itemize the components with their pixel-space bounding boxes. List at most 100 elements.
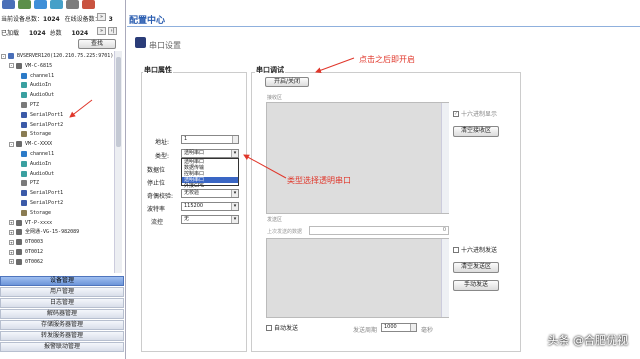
checkbox-box[interactable]: ✓: [453, 110, 459, 117]
tree-node[interactable]: - VM-C-6815: [9, 62, 52, 70]
tree-node-label: AudioIn: [30, 160, 52, 167]
recv-area[interactable]: [266, 102, 449, 214]
device-icon: [16, 249, 22, 255]
tree-node-label: SerialPort2: [30, 200, 64, 206]
address-label: 地址:: [155, 139, 170, 146]
hex-display-checkbox[interactable]: ✓ 十六进制显示: [453, 109, 497, 118]
tree-node[interactable]: channel1: [21, 72, 54, 80]
gear-icon[interactable]: [66, 0, 79, 9]
menu-item[interactable]: 报警联动管理: [0, 342, 124, 352]
parity-select[interactable]: 无校验 ▾: [181, 189, 239, 198]
send-area[interactable]: [266, 238, 449, 318]
serial-props-title: 串口属性: [143, 65, 173, 75]
tree-node-label: PTZ: [30, 102, 40, 108]
chevron-down-icon[interactable]: ▾: [231, 150, 238, 157]
user-icon[interactable]: [2, 0, 15, 9]
tree-node[interactable]: SerialPort2: [21, 121, 63, 129]
menu-item[interactable]: 用户管理: [0, 287, 124, 297]
checkbox-box[interactable]: [453, 246, 459, 253]
tree-node[interactable]: +0T0012: [9, 248, 43, 256]
chevron-down-icon[interactable]: ▾: [231, 203, 238, 210]
query-button[interactable]: 查找: [78, 39, 116, 49]
menu-item[interactable]: 设备管理: [0, 276, 124, 286]
address-spinner[interactable]: [232, 136, 238, 143]
scrollbar-thumb[interactable]: [116, 57, 121, 147]
flow-select[interactable]: 无 ▾: [181, 215, 239, 224]
storage-icon: [21, 209, 27, 216]
checkbox-box[interactable]: [266, 324, 272, 331]
tree-node[interactable]: +0T0062: [9, 258, 43, 266]
device-icon: [16, 141, 22, 148]
expand-icon[interactable]: +: [9, 249, 14, 255]
address-input[interactable]: 1: [181, 135, 239, 144]
chevron-down-icon[interactable]: ▾: [231, 216, 238, 223]
tree-node[interactable]: PTZ: [21, 101, 39, 109]
expand-icon[interactable]: +: [9, 220, 14, 226]
map-icon[interactable]: [34, 0, 47, 9]
tree-scrollbar[interactable]: [114, 51, 122, 273]
tree-node[interactable]: SerialPort1: [21, 189, 63, 197]
tree-node[interactable]: AudioOut: [21, 91, 54, 99]
address-value: 1: [184, 136, 188, 142]
period-input[interactable]: 1000: [381, 323, 417, 332]
tree-node[interactable]: SerialPort2: [21, 199, 63, 207]
next-page-button[interactable]: »: [97, 13, 106, 21]
expand-icon[interactable]: +: [9, 259, 14, 265]
menu-item[interactable]: 转发服务器管理: [0, 331, 124, 341]
tree-node[interactable]: - VM-C-XXXX: [9, 140, 52, 148]
menu-item[interactable]: 日志管理: [0, 298, 124, 308]
loaded-value: 1024: [28, 30, 46, 37]
type-select[interactable]: 透明串口 ▾: [181, 149, 239, 158]
type-dropdown-list: 透明串口 数据传输 控制串口 透明串口 外接GPS: [181, 158, 239, 189]
chart-icon[interactable]: [18, 0, 31, 9]
tree-node[interactable]: PTZ: [21, 179, 39, 187]
expand-icon[interactable]: +: [9, 239, 14, 245]
manual-send-button[interactable]: 手动发送: [453, 280, 499, 291]
ptz-icon: [21, 102, 27, 108]
menu-item[interactable]: 解码器管理: [0, 309, 124, 319]
collapse-icon[interactable]: -: [9, 141, 14, 147]
globe-icon[interactable]: [50, 0, 63, 9]
tree-node[interactable]: + VT-P-xxxx: [9, 219, 52, 227]
loaded-row: 已加载 1024 总数 1024: [1, 28, 88, 37]
device-icon: [16, 62, 22, 69]
tree-node[interactable]: + 全网通-VG-15-982089: [9, 228, 79, 236]
menu-item[interactable]: 存储服务器管理: [0, 320, 124, 330]
prev-page-button[interactable]: »: [97, 27, 106, 35]
tree-node[interactable]: AudioIn: [21, 160, 51, 168]
tree-node[interactable]: - BVSERVER120(120.210.75.225:9701): [1, 52, 113, 60]
tree-node-label: 全网通-VG-15-982089: [25, 229, 80, 236]
baud-select[interactable]: 115200 ▾: [181, 202, 239, 211]
tree-node[interactable]: Storage: [21, 209, 51, 217]
expand-icon[interactable]: +: [9, 229, 14, 235]
toggle-port-button[interactable]: 开启/关闭: [265, 77, 309, 87]
clear-send-button[interactable]: 清空发送区: [453, 262, 499, 273]
chevron-down-icon[interactable]: ▾: [231, 190, 238, 197]
databits-label: 数据位: [147, 167, 166, 174]
annotation-open-hint: 点击之后即开启: [359, 55, 415, 64]
tree-node[interactable]: AudioIn: [21, 81, 51, 89]
tree-node[interactable]: AudioOut: [21, 170, 54, 178]
tree-node-label: channel1: [30, 72, 55, 79]
collapse-icon[interactable]: -: [9, 63, 14, 69]
send-scrollbar[interactable]: [441, 239, 449, 317]
tree-node[interactable]: Storage: [21, 130, 51, 138]
period-spinner[interactable]: [410, 324, 416, 331]
clear-recv-button[interactable]: 清空接收区: [453, 126, 499, 137]
last-page-button[interactable]: ›|: [108, 27, 117, 35]
period-label: 发送周期: [353, 327, 378, 334]
parity-label: 奇偶校验:: [147, 193, 174, 200]
tree-node[interactable]: channel1: [21, 150, 54, 158]
hex-send-checkbox[interactable]: 十六进制发送: [453, 245, 497, 254]
device-total-label: 当前设备总数：: [1, 16, 44, 23]
tree-node-label: VT-P-xxxx: [25, 219, 53, 226]
serial-debug-title: 串口调试: [255, 65, 285, 75]
tree-node-label: SerialPort1: [30, 190, 64, 197]
exit-icon[interactable]: [82, 0, 95, 9]
tree-node[interactable]: SerialPort1: [21, 111, 63, 119]
tree-node[interactable]: +0T0003: [9, 238, 43, 246]
collapse-icon[interactable]: -: [1, 53, 6, 59]
section-title: 串口设置: [149, 41, 181, 50]
auto-send-checkbox[interactable]: 自动发送: [266, 323, 298, 332]
recv-scrollbar[interactable]: [441, 103, 449, 213]
